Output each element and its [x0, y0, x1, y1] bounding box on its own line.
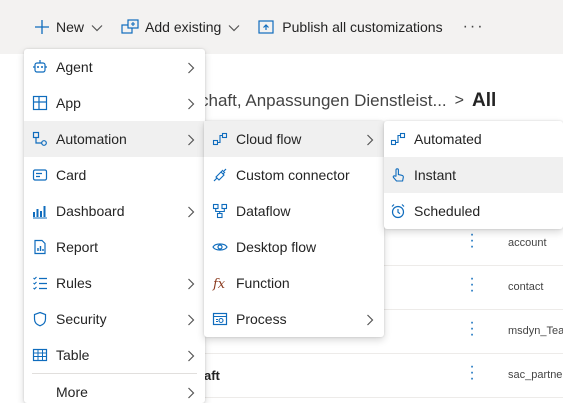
agent-icon: [32, 59, 48, 75]
chevron-right-icon: [187, 97, 195, 113]
publish-icon: [258, 19, 276, 35]
clock-icon: [390, 203, 406, 219]
menu-item-dashboard[interactable]: Dashboard: [24, 193, 205, 229]
menu-item-label: Custom connector: [236, 167, 350, 183]
new-button[interactable]: New: [30, 11, 107, 43]
menu-item-label: Scheduled: [414, 203, 481, 219]
rules-icon: [32, 275, 48, 291]
row-type: account: [508, 237, 547, 249]
breadcrumb-current: All: [472, 90, 497, 111]
chevron-right-icon: [187, 133, 195, 149]
report-icon: [32, 239, 48, 255]
menu-item-automated[interactable]: Automated: [384, 121, 563, 157]
breadcrumb-parent[interactable]: chaft, Anpassungen Dienstleist...: [200, 91, 447, 111]
menu-item-report[interactable]: Report: [24, 229, 205, 265]
menu-item-instant[interactable]: Instant: [384, 157, 563, 193]
menu-item-table[interactable]: Table: [24, 337, 205, 373]
row-name: aft: [204, 368, 220, 383]
menu-item-custom-connector[interactable]: Custom connector: [204, 157, 384, 193]
new-menu: Agent App Automation Card Dashboard Repo…: [24, 49, 205, 403]
menu-item-label: Security: [56, 311, 107, 327]
row-type: contact: [508, 281, 544, 293]
cloud-flow-menu: Automated Instant Scheduled: [384, 121, 563, 229]
more-options-icon[interactable]: · · ·: [469, 359, 475, 387]
automated-flow-icon: [390, 131, 406, 147]
menu-item-label: Automated: [414, 131, 482, 147]
process-icon: [212, 311, 228, 327]
new-button-label: New: [56, 19, 85, 35]
command-bar: New Add existing Publish all customizati…: [0, 0, 563, 54]
chevron-right-icon: [187, 386, 195, 402]
menu-item-automation[interactable]: Automation: [24, 121, 205, 157]
row-type: sac_partne: [508, 369, 563, 381]
menu-item-label: Instant: [414, 167, 457, 183]
menu-item-label: More: [56, 384, 88, 400]
add-existing-label: Add existing: [145, 19, 222, 35]
chevron-right-icon: [187, 313, 195, 329]
menu-item-label: Function: [236, 275, 290, 291]
cloud-flow-icon: [212, 131, 228, 147]
add-existing-icon: [121, 19, 139, 35]
menu-item-label: App: [56, 95, 81, 111]
chevron-right-icon: [187, 205, 195, 221]
menu-item-label: Card: [56, 167, 87, 183]
chevron-right-icon: [366, 133, 374, 149]
dataflow-icon: [212, 203, 228, 219]
menu-item-dataflow[interactable]: Dataflow: [204, 193, 384, 229]
menu-item-security[interactable]: Security: [24, 301, 205, 337]
chevron-right-icon: [366, 313, 374, 329]
table-row[interactable]: aft · · · sac_partne: [200, 354, 563, 398]
svg-text:fx: fx: [212, 277, 226, 291]
chevron-down-icon: [91, 19, 103, 35]
menu-item-cloud-flow[interactable]: Cloud flow: [204, 121, 384, 157]
publish-all-label: Publish all customizations: [282, 19, 443, 35]
breadcrumb-separator: >: [454, 92, 464, 109]
menu-item-rules[interactable]: Rules: [24, 265, 205, 301]
custom-connector-icon: [212, 167, 228, 183]
automation-menu: Cloud flow Custom connector Dataflow Des…: [204, 121, 384, 337]
menu-item-label: Agent: [56, 59, 93, 75]
chevron-right-icon: [187, 349, 195, 365]
more-options-icon[interactable]: · · ·: [469, 271, 475, 299]
menu-item-label: Rules: [56, 275, 92, 291]
plus-icon: [34, 19, 50, 35]
card-icon: [32, 167, 48, 183]
more-options-icon[interactable]: · · ·: [469, 315, 475, 343]
breadcrumb: chaft, Anpassungen Dienstleist... > All: [200, 89, 496, 113]
menu-item-desktop-flow[interactable]: Desktop flow: [204, 229, 384, 265]
app-icon: [32, 95, 48, 111]
menu-item-function[interactable]: fx Function: [204, 265, 384, 301]
desktop-flow-icon: [212, 239, 228, 255]
dashboard-icon: [32, 203, 48, 219]
menu-item-scheduled[interactable]: Scheduled: [384, 193, 563, 229]
menu-item-label: Dashboard: [56, 203, 125, 219]
menu-item-app[interactable]: App: [24, 85, 205, 121]
row-type: msdyn_Tea: [508, 325, 563, 337]
chevron-right-icon: [187, 277, 195, 293]
shield-icon: [32, 311, 48, 327]
add-existing-button[interactable]: Add existing: [117, 11, 244, 43]
automation-icon: [32, 131, 48, 147]
more-commands-button[interactable]: ···: [463, 18, 485, 36]
menu-item-label: Report: [56, 239, 99, 255]
chevron-down-icon: [228, 19, 240, 35]
menu-item-more[interactable]: More: [24, 374, 205, 403]
menu-item-process[interactable]: Process: [204, 301, 384, 337]
menu-item-label: Dataflow: [236, 203, 291, 219]
menu-item-agent[interactable]: Agent: [24, 49, 205, 85]
chevron-right-icon: [187, 61, 195, 77]
menu-item-label: Desktop flow: [236, 239, 317, 255]
more-options-icon[interactable]: · · ·: [469, 227, 475, 255]
menu-item-label: Table: [56, 347, 90, 363]
menu-item-label: Automation: [56, 131, 127, 147]
menu-item-label: Process: [236, 311, 287, 327]
function-icon: fx: [212, 275, 228, 291]
menu-item-label: Cloud flow: [236, 131, 302, 147]
touch-icon: [390, 167, 406, 183]
table-icon: [32, 347, 48, 363]
publish-all-button[interactable]: Publish all customizations: [254, 11, 446, 43]
menu-item-card[interactable]: Card: [24, 157, 205, 193]
